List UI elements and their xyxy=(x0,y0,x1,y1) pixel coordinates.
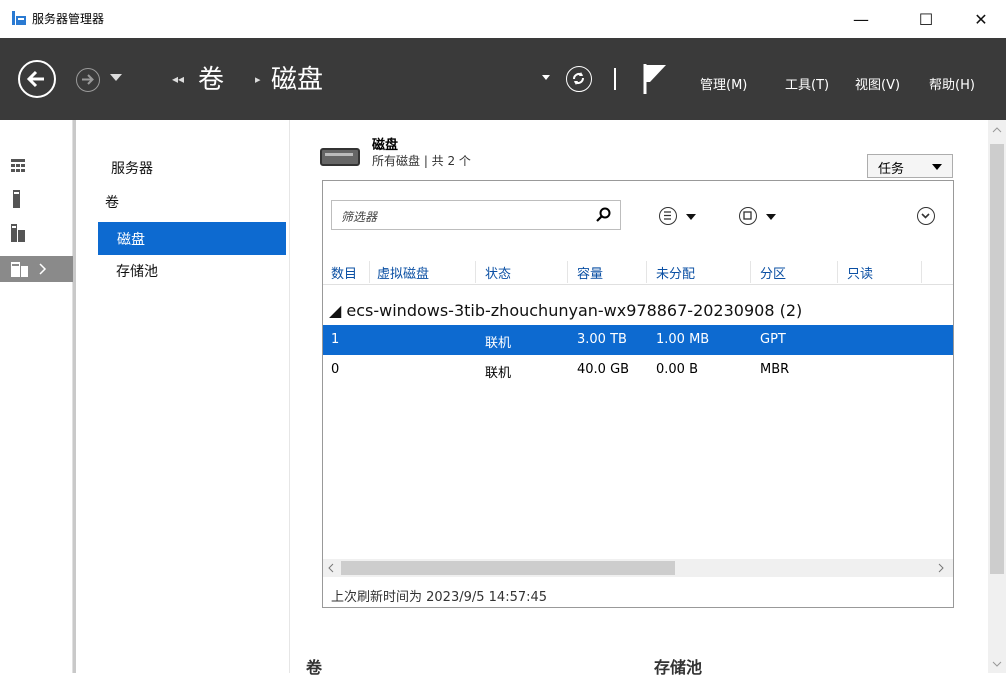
column-header-readonly[interactable]: 只读 xyxy=(847,263,873,282)
scroll-up-icon[interactable] xyxy=(992,126,1002,134)
dashboard-icon xyxy=(11,159,25,172)
refresh-icon xyxy=(573,72,584,85)
main-content: 磁盘 所有磁盘 | 共 2 个 任务 筛选器 数目 虚拟磁盘 状态 容量 未分配… xyxy=(290,120,990,677)
tasks-label: 任务 xyxy=(878,162,905,177)
notifications-flag-icon[interactable] xyxy=(642,64,668,94)
vertical-scroll-thumb[interactable] xyxy=(990,144,1004,574)
server-manager-icon xyxy=(12,11,26,25)
cell-capacity: 40.0 GB xyxy=(577,362,630,377)
expand-button[interactable] xyxy=(917,207,935,225)
arrow-right-icon xyxy=(82,74,94,85)
dashboard-nav-item[interactable] xyxy=(0,154,73,180)
navigation-bar: ◂◂ 卷 ▸ 磁盘 管理(M) 工具(T) 视图(V) 帮助(H) xyxy=(0,38,1006,120)
cell-status: 联机 xyxy=(485,336,512,351)
chevron-down-icon xyxy=(932,164,942,170)
forward-button[interactable] xyxy=(76,68,100,92)
column-header-status[interactable]: 状态 xyxy=(485,263,511,282)
chevron-down-icon xyxy=(921,213,930,219)
local-server-nav-item[interactable] xyxy=(0,186,73,212)
server-group-header[interactable]: ◢ ecs-windows-3tib-zhouchunyan-wx978867-… xyxy=(329,301,802,320)
menu-view[interactable]: 视图(V) xyxy=(855,74,900,93)
menu-manage[interactable]: 管理(M) xyxy=(700,74,747,93)
cell-partition: GPT xyxy=(760,332,786,347)
scroll-left-icon[interactable] xyxy=(327,563,335,573)
column-separator xyxy=(837,261,838,283)
toolbar-separator xyxy=(614,68,616,90)
column-separator xyxy=(567,261,568,283)
vertical-scrollbar[interactable] xyxy=(988,120,1006,673)
column-header-capacity[interactable]: 容量 xyxy=(577,263,603,282)
cell-partition: MBR xyxy=(760,362,790,377)
column-separator xyxy=(646,261,647,283)
menu-help[interactable]: 帮助(H) xyxy=(929,74,975,93)
refresh-button[interactable] xyxy=(566,66,592,92)
history-dropdown-icon[interactable] xyxy=(110,72,122,82)
tasks-dropdown-button[interactable]: 任务 xyxy=(867,154,953,178)
tree-item-servers[interactable]: 服务器 xyxy=(111,158,153,178)
tile-subtitle: 所有磁盘 | 共 2 个 xyxy=(372,154,471,168)
save-query-chevron-icon[interactable] xyxy=(766,214,776,220)
horizontal-scroll-thumb[interactable] xyxy=(341,561,675,575)
close-button[interactable]: ✕ xyxy=(958,0,1004,38)
minimize-button[interactable]: — xyxy=(838,0,884,38)
horizontal-scrollbar[interactable] xyxy=(323,559,953,577)
volumes-section-title: 卷 xyxy=(306,658,323,677)
save-query-button[interactable] xyxy=(739,207,757,225)
column-separator xyxy=(475,261,476,283)
cell-number: 1 xyxy=(331,332,340,347)
breadcrumb-volumes[interactable]: 卷 xyxy=(198,59,224,96)
tree-item-volumes[interactable]: 卷 xyxy=(105,192,119,212)
left-icon-strip xyxy=(0,120,73,673)
cell-unallocated: 0.00 B xyxy=(656,362,698,377)
filter-input[interactable]: 筛选器 xyxy=(331,200,621,230)
file-storage-icon xyxy=(11,262,47,277)
cell-unallocated: 1.00 MB xyxy=(656,332,710,347)
column-header-partition[interactable]: 分区 xyxy=(760,263,786,282)
column-separator xyxy=(369,261,370,283)
column-header-unallocated[interactable]: 未分配 xyxy=(656,263,695,282)
breadcrumb-dropdown-icon[interactable] xyxy=(542,75,550,81)
table-header: 数目 虚拟磁盘 状态 容量 未分配 分区 只读 xyxy=(323,259,953,285)
column-header-number[interactable]: 数目 xyxy=(331,263,357,282)
list-icon xyxy=(664,211,671,220)
arrow-left-icon xyxy=(26,70,44,88)
title-bar: 服务器管理器 — ☐ ✕ xyxy=(0,0,1006,38)
maximize-button[interactable]: ☐ xyxy=(903,0,949,38)
tile-title: 磁盘 xyxy=(372,138,399,153)
file-storage-nav-item[interactable] xyxy=(0,256,73,282)
disks-panel: 筛选器 数目 虚拟磁盘 状态 容量 未分配 分区 只读 ◢ ecs-window… xyxy=(322,180,954,608)
last-refresh-text: 上次刷新时间为 2023/9/5 14:57:45 xyxy=(331,590,548,605)
breadcrumb-separator-icon: ▸ xyxy=(255,73,261,86)
disk-icon xyxy=(320,148,360,166)
tree-item-disks[interactable]: 磁盘 xyxy=(98,222,286,255)
column-header-virtual-disk[interactable]: 虚拟磁盘 xyxy=(377,263,429,282)
pane-divider[interactable] xyxy=(73,120,76,673)
tree-item-storage-pools[interactable]: 存储池 xyxy=(116,261,158,281)
table-row[interactable]: 1 联机 3.00 TB 1.00 MB GPT xyxy=(323,325,953,355)
back-button[interactable] xyxy=(18,60,56,98)
all-servers-nav-item[interactable] xyxy=(0,220,73,246)
breadcrumb-overflow-icon[interactable]: ◂◂ xyxy=(172,72,184,86)
list-options-button[interactable] xyxy=(659,207,677,225)
cell-status: 联机 xyxy=(485,366,512,381)
table-row[interactable]: 0 联机 40.0 GB 0.00 B MBR xyxy=(323,355,953,385)
scroll-right-icon[interactable] xyxy=(937,563,945,573)
window-title: 服务器管理器 xyxy=(32,12,105,26)
tree-navigation: 服务器 卷 磁盘 存储池 xyxy=(80,120,290,673)
search-icon[interactable] xyxy=(596,207,612,223)
menu-tools[interactable]: 工具(T) xyxy=(785,74,829,93)
breadcrumb-disks[interactable]: 磁盘 xyxy=(271,59,323,96)
storage-pools-section-title: 存储池 xyxy=(654,658,703,677)
scroll-down-icon[interactable] xyxy=(992,660,1002,668)
cell-capacity: 3.00 TB xyxy=(577,332,627,347)
save-icon xyxy=(743,211,752,220)
list-options-chevron-icon[interactable] xyxy=(686,214,696,220)
all-servers-icon xyxy=(11,224,25,242)
cell-number: 0 xyxy=(331,362,340,377)
column-separator xyxy=(921,261,922,283)
column-separator xyxy=(750,261,751,283)
server-icon xyxy=(13,190,20,208)
filter-placeholder: 筛选器 xyxy=(341,210,378,224)
